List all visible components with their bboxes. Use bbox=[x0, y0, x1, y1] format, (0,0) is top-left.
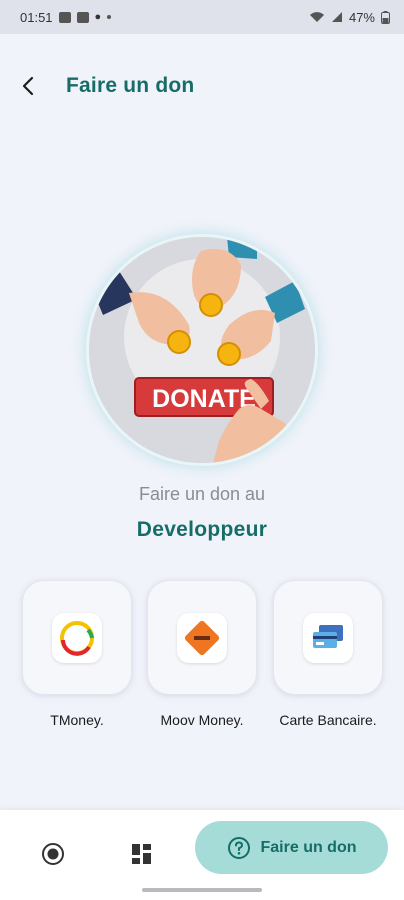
nav-donate-active[interactable]: Faire un don bbox=[195, 821, 388, 874]
developer-label: Developpeur bbox=[136, 518, 268, 541]
donate-intro-text: Faire un don au bbox=[138, 484, 266, 504]
chevron-left-icon bbox=[22, 76, 34, 96]
moov-money-card[interactable] bbox=[147, 580, 257, 695]
status-left: 01:51 ● bbox=[20, 9, 112, 25]
bank-card-art bbox=[313, 624, 343, 648]
signal-icon bbox=[331, 12, 342, 22]
image-icon bbox=[58, 11, 71, 23]
nav-donate-label: Faire un don bbox=[260, 838, 357, 856]
app-header: Faire un don bbox=[0, 62, 404, 110]
nav-record[interactable] bbox=[31, 832, 75, 876]
wifi-icon bbox=[309, 12, 324, 22]
help-circle-icon bbox=[227, 836, 250, 859]
grid-icon bbox=[132, 844, 151, 864]
home-indicator[interactable] bbox=[142, 888, 262, 892]
moov-money-label: Moov Money. bbox=[160, 712, 244, 728]
page-title: Faire un don bbox=[66, 74, 195, 97]
back-button[interactable] bbox=[0, 62, 56, 110]
nav-grid[interactable] bbox=[120, 832, 164, 876]
tmoney-card[interactable] bbox=[22, 580, 132, 695]
moov-money-logo-art bbox=[184, 620, 220, 655]
bank-card-icon bbox=[303, 612, 353, 663]
bottom-navigation: Faire un don bbox=[0, 810, 404, 900]
moov-money-logo bbox=[177, 612, 227, 663]
tmoney-logo bbox=[52, 612, 102, 663]
bank-card-card[interactable] bbox=[273, 580, 383, 695]
record-icon bbox=[42, 843, 64, 865]
battery-icon bbox=[381, 10, 390, 24]
bank-card-label: Carte Bancaire. bbox=[279, 712, 377, 728]
tmoney-label: TMoney. bbox=[50, 712, 104, 728]
media-icon bbox=[76, 11, 89, 23]
status-bar: 01:51 ● 47% bbox=[0, 0, 404, 34]
status-right: 47% bbox=[309, 10, 390, 25]
status-time: 01:51 bbox=[20, 9, 53, 25]
bulb-icon: ● bbox=[94, 11, 102, 23]
donate-illustration: DONATE bbox=[89, 237, 315, 463]
battery-percentage: 47% bbox=[348, 9, 375, 25]
donate-illustration-art: DONATE bbox=[89, 237, 315, 463]
tmoney-logo-art bbox=[60, 620, 94, 656]
dot-icon bbox=[107, 15, 112, 19]
